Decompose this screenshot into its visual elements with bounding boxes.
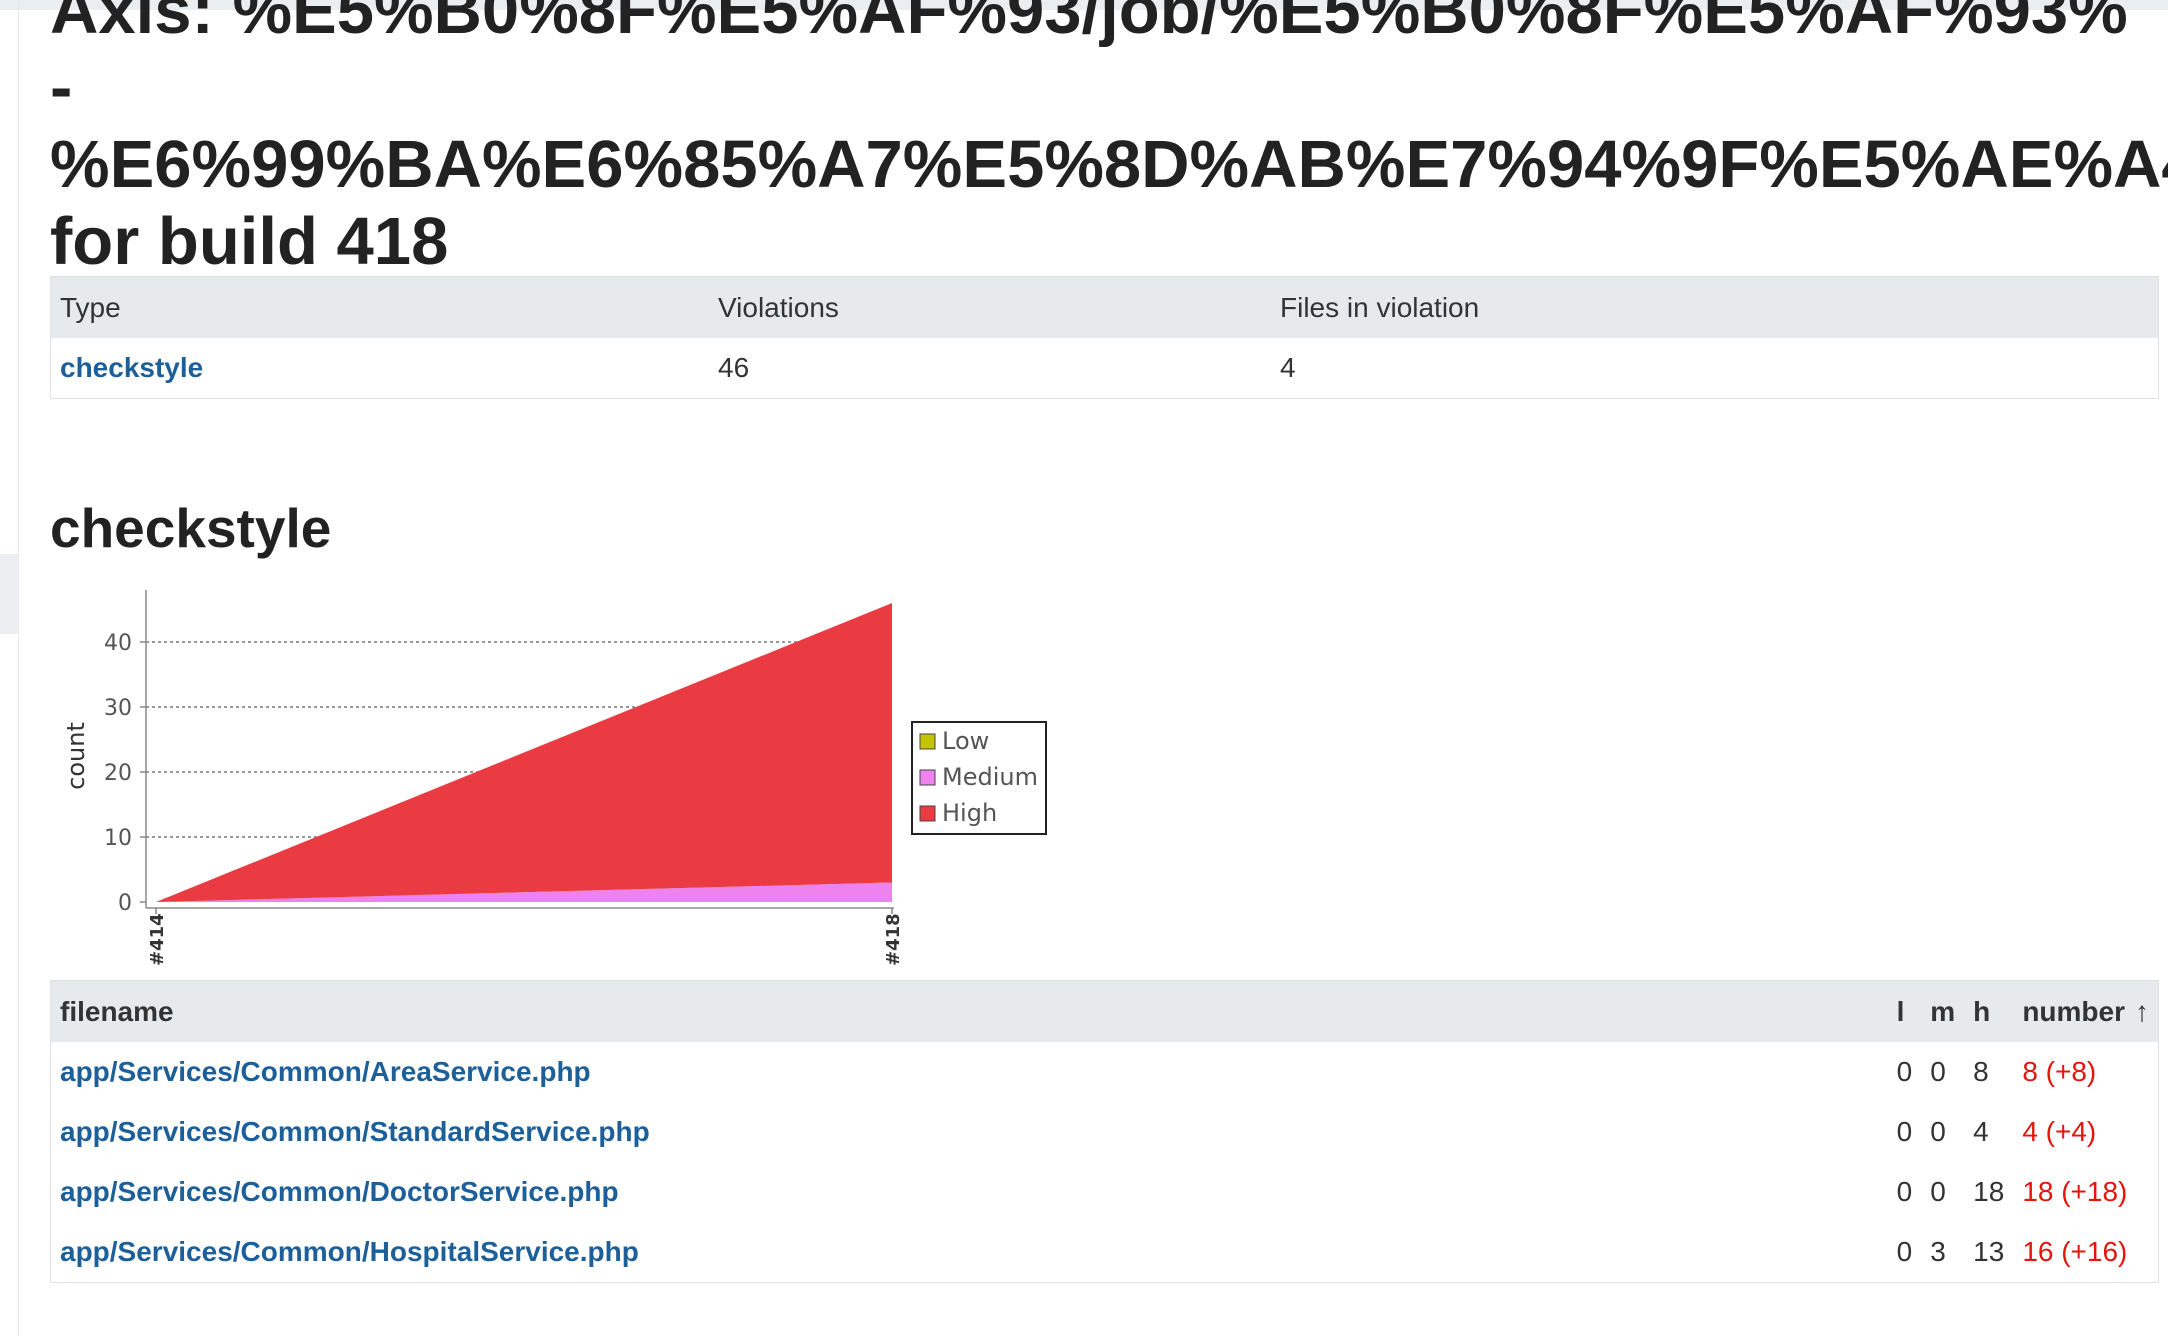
table-row: app/Services/Common/AreaService.php 0 0 … — [51, 1042, 2159, 1102]
cell-high: 18 — [1973, 1176, 2005, 1207]
sort-ascending-icon: ↑ — [2135, 995, 2149, 1027]
cell-number: 8 (+8) — [2022, 1056, 2097, 1087]
summary-row: checkstyle 46 4 — [51, 338, 2159, 399]
summary-header-files[interactable]: Files in violation — [1271, 276, 2159, 338]
summary-header-type[interactable]: Type — [50, 276, 709, 338]
file-link[interactable]: app/Services/Common/StandardService.php — [60, 1116, 650, 1147]
x-tick-label: #418 — [883, 913, 904, 966]
file-link[interactable]: app/Services/Common/AreaService.php — [60, 1056, 591, 1087]
table-row: app/Services/Common/DoctorService.php 0 … — [51, 1162, 2159, 1222]
cell-low: 0 — [1896, 1236, 1913, 1267]
table-row: app/Services/Common/HospitalService.php … — [51, 1222, 2159, 1283]
files-header-filename[interactable]: filename — [50, 980, 1888, 1042]
page-title-line-3: %E6%99%BA%E6%85%A7%E5%8D%AB%E7%94%9F%E5%… — [50, 127, 2168, 202]
side-panel-handle[interactable] — [0, 554, 18, 634]
page-title: Axis: %E5%B0%8F%E5%AF%93/job/%E5%B0%8F%E… — [50, 0, 2168, 280]
series-area-high — [156, 603, 892, 902]
cell-number: 4 (+4) — [2022, 1116, 2097, 1147]
page-title-line-2: - — [50, 50, 73, 125]
cell-low: 0 — [1896, 1056, 1913, 1087]
file-link[interactable]: app/Services/Common/HospitalService.php — [60, 1236, 639, 1267]
legend-swatch-high — [919, 805, 936, 822]
y-tick-label: 20 — [104, 761, 132, 786]
summary-type-link[interactable]: checkstyle — [60, 352, 203, 383]
summary-header-violations[interactable]: Violations — [709, 276, 1271, 338]
summary-table: Type Violations Files in violation check… — [50, 276, 2159, 399]
files-header-number[interactable]: number ↑ — [2013, 980, 2159, 1042]
section-title: checkstyle — [50, 497, 332, 559]
side-panel-border — [18, 0, 19, 1336]
cell-medium: 3 — [1930, 1236, 1946, 1267]
cell-low: 0 — [1896, 1176, 1913, 1207]
cell-high: 8 — [1973, 1056, 1989, 1087]
legend-label-high: High — [942, 799, 997, 827]
legend-label-low: Low — [942, 727, 989, 755]
cell-low: 0 — [1896, 1116, 1913, 1147]
page-title-line-1: Axis: %E5%B0%8F%E5%AF%93/job/%E5%B0%8F%E… — [50, 0, 2128, 48]
files-header-h[interactable]: h — [1964, 980, 2014, 1042]
legend-label-medium: Medium — [942, 763, 1038, 791]
y-tick-label: 40 — [104, 631, 132, 656]
cell-medium: 0 — [1930, 1116, 1946, 1147]
trend-chart: 0 10 20 30 40 #414 #418 count Low Medium High — [62, 590, 1047, 966]
files-header-row: filename l m h number ↑ — [50, 980, 2159, 1042]
file-link[interactable]: app/Services/Common/DoctorService.php — [60, 1176, 619, 1207]
summary-violations-value: 46 — [718, 352, 750, 383]
legend-swatch-medium — [919, 769, 936, 786]
files-header-m[interactable]: m — [1921, 980, 1965, 1042]
cell-high: 13 — [1973, 1236, 2005, 1267]
cell-high: 4 — [1973, 1116, 1989, 1147]
x-tick-label: #414 — [147, 913, 168, 966]
y-tick-label: 0 — [118, 891, 132, 916]
files-header-l[interactable]: l — [1887, 980, 1922, 1042]
cell-number: 18 (+18) — [2022, 1176, 2128, 1207]
files-header-number-label: number — [2022, 995, 2125, 1027]
summary-files-value: 4 — [1280, 352, 1296, 383]
cell-medium: 0 — [1930, 1176, 1946, 1207]
files-table: filename l m h number ↑ app/Services/Comm… — [50, 980, 2159, 1283]
cell-medium: 0 — [1930, 1056, 1946, 1087]
y-axis-label: count — [62, 722, 90, 790]
summary-header-row: Type Violations Files in violation — [50, 276, 2159, 338]
y-tick-label: 10 — [104, 826, 132, 851]
y-tick-label: 30 — [104, 696, 132, 721]
table-row: app/Services/Common/StandardService.php … — [51, 1102, 2159, 1162]
cell-number: 16 (+16) — [2022, 1236, 2128, 1267]
page-title-line-4: for build 418 — [50, 204, 449, 279]
legend-swatch-low — [919, 733, 936, 750]
